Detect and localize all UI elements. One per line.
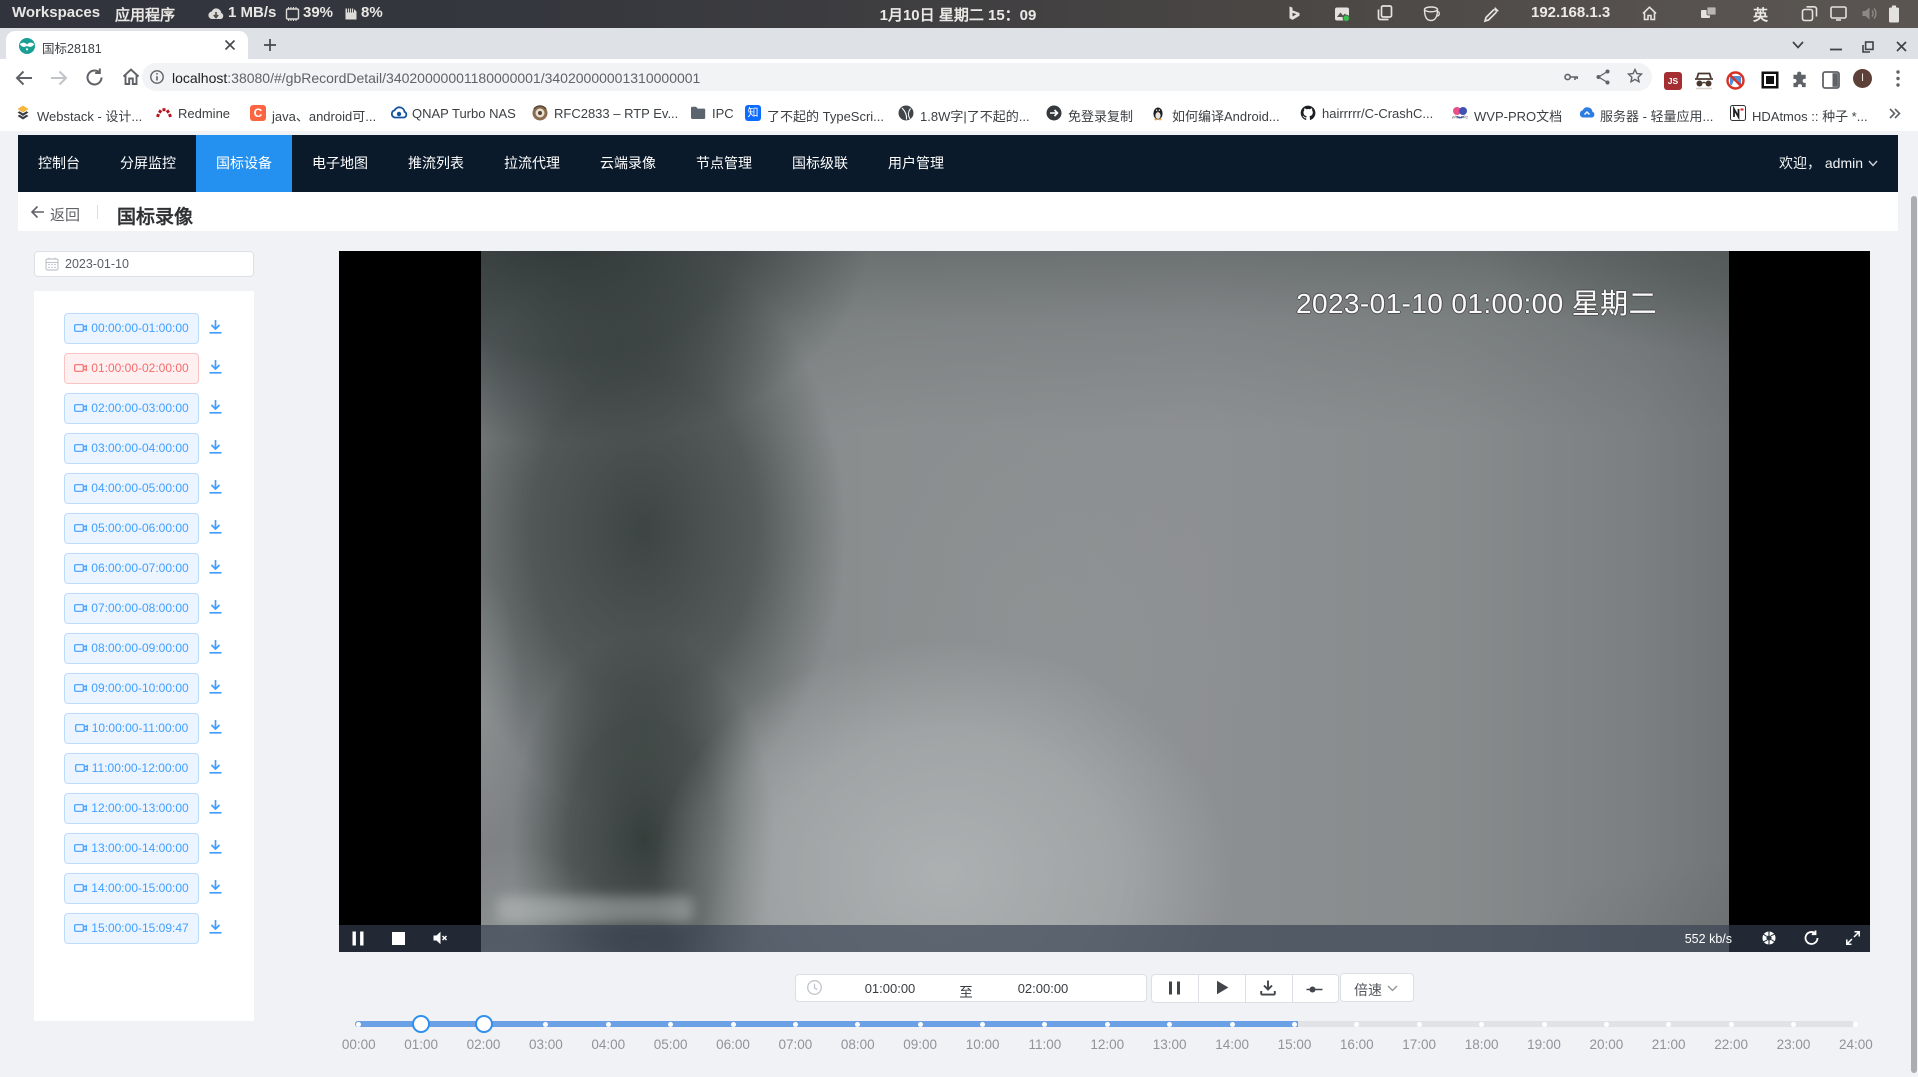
svg-text:WVP-PRO: WVP-PRO xyxy=(1452,116,1468,120)
